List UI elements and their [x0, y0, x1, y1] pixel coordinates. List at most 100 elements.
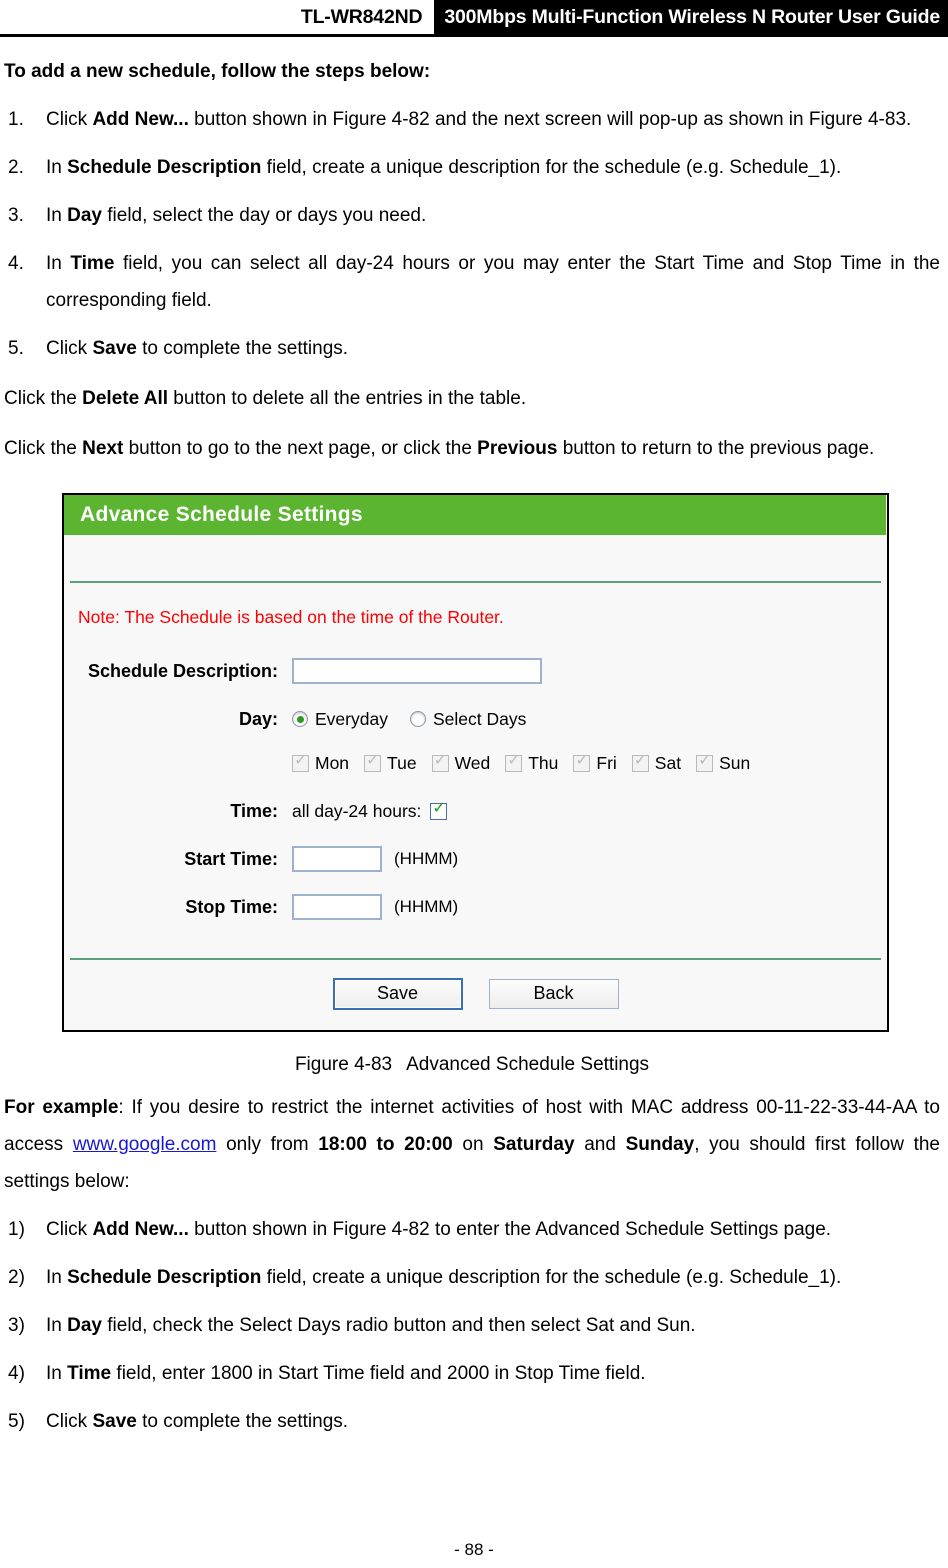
router-ui-note-text: Note: The Schedule is based on the time …: [78, 607, 504, 627]
bold-run: Save: [92, 1411, 137, 1432]
list-item-text: In Day field, check the Select Days radi…: [46, 1315, 696, 1336]
list-item: 1) Click Add New... button shown in Figur…: [4, 1211, 940, 1248]
router-ui-button-bar: Save Back: [64, 960, 887, 1030]
checkbox-checked-icon: ✓: [364, 749, 382, 772]
day-radio-label: Everyday: [315, 708, 388, 729]
weekday-checkbox-mon[interactable]: ✓ Mon: [292, 749, 350, 774]
bold-run: Time: [67, 1363, 112, 1384]
text-run: Click: [46, 1411, 93, 1432]
list-item: 5. Click Save to complete the settings.: [4, 330, 940, 367]
checkmark-icon: ✓: [366, 749, 380, 769]
header-model-name: TL-WR842ND: [300, 0, 435, 34]
weekday-checkbox-tue[interactable]: ✓ Tue: [364, 749, 417, 774]
checkbox-checked-icon: ✓: [696, 751, 714, 772]
checkbox-checked-icon: ✓: [431, 751, 449, 772]
weekday-label: Sat: [654, 752, 682, 773]
row-day: Day: Everyday Select Days: [64, 700, 887, 738]
day-radio-select-days[interactable]: Select Days: [409, 709, 526, 730]
text-run: field, create a unique description for t…: [261, 1267, 842, 1288]
row-stop-time: Stop Time: (HHMM): [64, 888, 887, 926]
header-document-title: 300Mbps Multi-Function Wireless N Router…: [434, 0, 948, 34]
days-checkbox-group: ✓ Mon ✓ Tue ✓ Wed ✓ Thu ✓ Fri ✓ Sat ✓ Sun: [292, 749, 765, 774]
text-run: field, enter 1800 in Start Time field an…: [111, 1363, 646, 1384]
list-item-marker: 4.: [8, 253, 24, 274]
text-run: and: [574, 1134, 626, 1155]
weekday-label: Sun: [719, 752, 751, 773]
list-item: 3. In Day field, select the day or days y…: [4, 197, 940, 234]
text-run: In: [46, 1267, 68, 1288]
list-item-text: In Schedule Description field, create a …: [46, 1267, 841, 1288]
list-item: 2) In Schedule Description field, create …: [4, 1259, 940, 1296]
figure-caption-title: Advanced Schedule Settings: [406, 1054, 650, 1075]
list-item-text: In Time field, you can select all day-24…: [46, 253, 940, 311]
checkbox-checked-icon: ✓: [292, 749, 309, 772]
bold-run: Day: [67, 205, 102, 226]
text-run: field, create a unique description for t…: [261, 157, 842, 178]
day-radio-field: Everyday Select Days: [292, 709, 887, 730]
text-run: button to go to the next page, or click …: [123, 438, 478, 459]
days-checkbox-field: ✓ Mon ✓ Tue ✓ Wed ✓ Thu ✓ Fri ✓ Sat ✓ Sun: [292, 749, 887, 774]
stop-time-field: (HHMM): [292, 894, 887, 920]
bold-run: Day: [67, 1315, 102, 1336]
weekday-label: Wed: [454, 752, 491, 773]
weekday-checkbox-fri[interactable]: ✓ Fri: [573, 751, 617, 774]
day-radio-group: Everyday Select Days: [292, 709, 548, 730]
figure-caption: Figure 4-83 Advanced Schedule Settings: [4, 1054, 940, 1076]
text-run: Click: [46, 338, 93, 359]
row-time: Time: all day-24 hours: ✓: [64, 792, 887, 830]
text-run: Click the: [4, 388, 83, 409]
bold-run: Save: [92, 338, 137, 359]
save-button[interactable]: Save: [332, 978, 463, 1010]
weekday-label: Mon: [315, 752, 350, 773]
weekday-checkbox-sat[interactable]: ✓ Sat: [631, 751, 682, 774]
text-run: In: [46, 253, 71, 274]
schedule-form: Schedule Description: Day: Everyday Selec…: [64, 638, 887, 952]
weekday-label: Tue: [387, 752, 417, 773]
bold-run: Delete All: [82, 388, 169, 409]
list-item-marker: 5.: [8, 338, 24, 359]
all-day-24-hours-checkbox[interactable]: ✓: [430, 799, 448, 820]
time-field: all day-24 hours: ✓: [292, 799, 887, 822]
bold-run: Add New...: [92, 109, 189, 130]
weekday-label: Fri: [596, 752, 617, 773]
day-radio-everyday[interactable]: Everyday: [292, 709, 388, 730]
bold-run: Schedule Description: [67, 157, 262, 178]
router-ui-title: Advance Schedule Settings: [64, 495, 886, 535]
start-time-input[interactable]: [292, 846, 382, 872]
checkmark-icon: ✓: [507, 749, 521, 769]
weekday-checkbox-sun[interactable]: ✓ Sun: [696, 751, 751, 774]
list-item-marker: 1): [8, 1219, 25, 1240]
text-run: field, select the day or days you need.: [101, 205, 427, 226]
text-run: to complete the settings.: [136, 338, 349, 359]
external-link[interactable]: www.google.com: [73, 1134, 217, 1155]
stop-time-input[interactable]: [292, 894, 382, 920]
bold-run: Previous: [477, 438, 558, 459]
radio-unselected-icon: [409, 711, 426, 727]
day-label: Day:: [238, 708, 278, 729]
list-item-marker: 3): [8, 1315, 25, 1336]
steps-list-numeric: 1. Click Add New... button shown in Figur…: [4, 101, 940, 367]
checkmark-icon: ✓: [294, 749, 308, 769]
list-item-text: Click Add New... button shown in Figure …: [46, 109, 911, 130]
checkbox-checked-icon: ✓: [631, 751, 649, 772]
text-run: button to delete all the entries in the …: [168, 388, 527, 409]
back-button[interactable]: Back: [488, 979, 619, 1009]
bold-run: Add New...: [92, 1219, 189, 1240]
start-time-label: Start Time:: [184, 848, 278, 869]
list-item-marker: 3.: [8, 205, 24, 226]
start-time-field: (HHMM): [292, 846, 887, 872]
intro-lead-text: To add a new schedule, follow the steps …: [4, 61, 431, 82]
schedule-description-label: Schedule Description:: [87, 660, 278, 681]
bold-run: For example: [4, 1097, 119, 1118]
radio-selected-icon: [292, 711, 308, 727]
list-item: 4) In Time field, enter 1800 in Start Tim…: [4, 1355, 940, 1392]
schedule-description-input[interactable]: [292, 658, 542, 684]
body-paragraph: Click the Delete All button to delete al…: [4, 380, 940, 417]
list-item-text: Click Add New... button shown in Figure …: [46, 1219, 831, 1240]
list-item-text: In Time field, enter 1800 in Start Time …: [46, 1363, 646, 1384]
weekday-checkbox-thu[interactable]: ✓ Thu: [505, 749, 558, 774]
text-run: In: [46, 157, 68, 178]
list-item-marker: 2.: [8, 157, 24, 178]
weekday-checkbox-wed[interactable]: ✓ Wed: [431, 751, 491, 774]
text-run: button shown in Figure 4-82 and the next…: [188, 109, 912, 130]
